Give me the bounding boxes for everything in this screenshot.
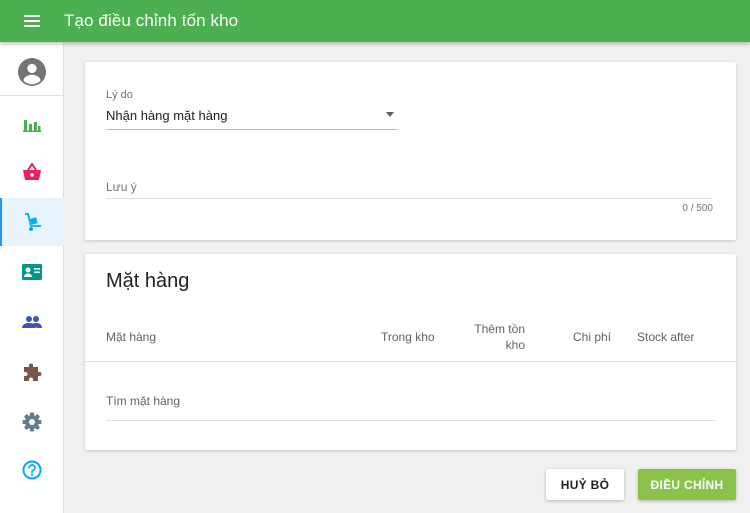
sidebar-item-settings[interactable] [0,398,64,446]
reason-select-value: Nhận hàng mặt hàng [106,108,228,123]
column-header-add-stock-line2: kho [505,338,525,352]
note-char-counter: 0 / 500 [682,203,713,214]
settings-gear-icon [22,412,42,432]
column-header-add-stock-line1: Thêm tồn [474,322,525,336]
cancel-button[interactable]: HUỶ BỎ [546,469,624,500]
header-divider [85,361,736,362]
item-search-input[interactable]: Tìm mặt hàng [106,384,715,421]
column-header-item: Mặt hàng [106,330,157,344]
column-header-add-stock: Thêm tồn kho [457,321,525,353]
hand-truck-icon [25,213,41,231]
items-card: Mặt hàng Mặt hàng Trong kho Thêm tồn kho… [85,254,736,450]
sidebar-item-reports[interactable] [0,100,64,148]
shopping-basket-icon [23,163,41,180]
note-input[interactable]: Lưu ý [106,174,713,199]
dropdown-arrow-icon [386,112,394,117]
sidebar-item-account[interactable] [0,48,64,96]
sidebar-item-employees[interactable] [0,298,64,346]
adjust-button[interactable]: ĐIỀU CHỈNH [638,469,736,500]
help-circle-icon [22,460,42,480]
reason-select[interactable]: Nhận hàng mặt hàng [106,100,398,130]
contact-card-icon [22,264,42,280]
hamburger-menu-icon [24,15,40,27]
sidebar-item-customers[interactable] [0,248,64,296]
sidebar-item-inventory[interactable] [0,198,64,246]
sidebar-item-integrations[interactable] [0,348,64,396]
column-header-in-stock: Trong kho [381,330,435,344]
column-header-stock-after: Stock after [637,330,695,344]
column-header-cost: Chi phí [573,330,612,344]
people-icon [22,316,42,328]
page-title: Tạo điều chỉnh tốn kho [64,11,239,30]
extension-puzzle-icon [24,363,42,381]
bar-chart-icon [23,120,41,132]
account-circle-icon [18,57,46,86]
adjustment-details-card: Lý do Nhận hàng mặt hàng Lưu ý 0 / 500 [85,62,736,240]
app-bar: Tạo điều chỉnh tốn kho [0,0,750,42]
items-section-title: Mặt hàng [106,270,190,292]
sidebar-item-help[interactable] [0,446,64,494]
sidebar-nav [0,42,64,513]
menu-button[interactable] [0,0,64,42]
sidebar-item-sales[interactable] [0,148,64,196]
